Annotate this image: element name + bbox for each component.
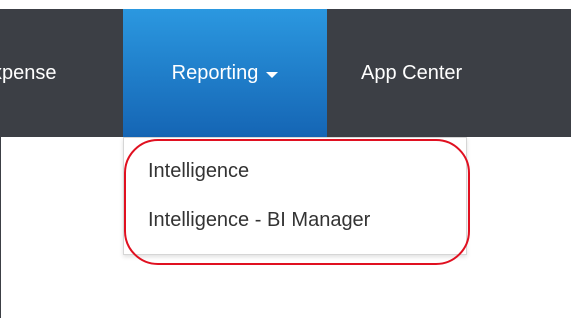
nav-item-reporting[interactable]: Reporting xyxy=(123,9,327,137)
menu-item-intelligence[interactable]: Intelligence xyxy=(148,160,249,183)
menu-item-intelligence-bi-manager[interactable]: Intelligence - BI Manager xyxy=(148,209,370,232)
caret-down-icon xyxy=(266,71,279,78)
nav-item-label: App Center xyxy=(361,61,463,84)
reporting-dropdown-menu: Intelligence Intelligence - BI Manager xyxy=(123,137,467,255)
nav-item-label: xpense xyxy=(0,61,57,84)
nav-item-app-center[interactable]: App Center xyxy=(361,9,462,137)
nav-item-expense[interactable]: xpense xyxy=(0,9,123,137)
top-navbar: xpense Reporting App Center xyxy=(0,9,571,137)
page-left-border xyxy=(0,137,1,318)
nav-item-label: Reporting xyxy=(171,61,259,84)
